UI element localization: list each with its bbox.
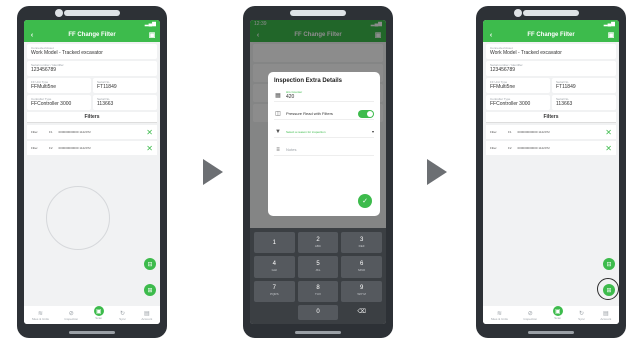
nav-scan[interactable]: ▣ Scan bbox=[552, 306, 563, 320]
inspection-dialog: Inspection Extra Details ▦ Hrs Counter 4… bbox=[268, 72, 380, 216]
tap-indicator bbox=[46, 186, 110, 250]
dialog-title: Inspection Extra Details bbox=[274, 78, 343, 84]
filter-row[interactable]: Filter F2 000000000000 1122072 ✕ bbox=[27, 141, 157, 155]
remove-filter-icon[interactable]: ✕ bbox=[146, 144, 153, 153]
home-indicator bbox=[528, 331, 574, 334]
camera-dot bbox=[55, 9, 63, 17]
filters-heading: Filters bbox=[486, 112, 616, 123]
app-bar: ‹ FF Change Filter ▣ bbox=[483, 28, 619, 42]
flow-arrow bbox=[427, 159, 447, 185]
remove-filter-icon[interactable]: ✕ bbox=[605, 128, 612, 137]
status-bar: ▂▄▆ bbox=[483, 20, 619, 28]
backspace-key[interactable]: ⌫ bbox=[341, 305, 382, 320]
key-2[interactable]: 2 ABC bbox=[297, 232, 339, 254]
notes-icon: ≡ bbox=[276, 146, 280, 153]
work-model-field[interactable]: Connected Asset Work Model - Tracked exc… bbox=[486, 44, 616, 59]
phone-frame-2: 12:39 ▂▄▆ ‹ FF Change Filter ▣ Inspection… bbox=[243, 6, 393, 338]
add-filter-button[interactable]: ⊟ bbox=[603, 258, 615, 270]
work-model-field[interactable]: Connected Asset Work Model - Tracked exc… bbox=[27, 44, 157, 59]
nav-sites[interactable]: ≋ Sites & Units bbox=[491, 310, 508, 321]
app-bar: ‹ FF Change Filter ▣ bbox=[24, 28, 160, 42]
nav-scan[interactable]: ▣ Scan bbox=[93, 306, 104, 320]
remove-filter-icon[interactable]: ✕ bbox=[605, 144, 612, 153]
key-3[interactable]: 3 DEF bbox=[341, 232, 382, 254]
filters-heading: Filters bbox=[27, 112, 157, 123]
screen-1: ▂▄▆ ‹ FF Change Filter ▣ Connected Asset… bbox=[24, 20, 160, 324]
notes-field[interactable]: ≡ Notes bbox=[274, 144, 374, 156]
nav-sync[interactable]: ↻ Sync bbox=[578, 310, 585, 321]
controller-serial-field[interactable]: Serial No. 113663 bbox=[93, 95, 157, 110]
confirm-check-button[interactable]: ✓ bbox=[358, 194, 372, 208]
back-arrow-icon[interactable]: ‹ bbox=[28, 32, 36, 39]
key-8[interactable]: 8 TUV bbox=[297, 280, 339, 302]
key-5[interactable]: 5 JKL bbox=[297, 256, 339, 278]
ff-unit-field[interactable]: FF Unit Type FFMulti5ne bbox=[486, 78, 550, 93]
serial-field[interactable]: Serial number / Identifier 123456789 bbox=[486, 61, 616, 76]
speaker-notch bbox=[523, 10, 579, 16]
pressure-toggle-row[interactable]: ◫ Pressure Read with Filters bbox=[274, 108, 374, 120]
key-blank bbox=[254, 305, 295, 320]
serial-field[interactable]: Serial number / Identifier 123456789 bbox=[27, 61, 157, 76]
key-4[interactable]: 4 GHI bbox=[254, 256, 295, 278]
controller-serial-field[interactable]: Serial No. 113663 bbox=[552, 95, 616, 110]
pressure-toggle[interactable] bbox=[358, 109, 374, 118]
screen-3: ▂▄▆ ‹ FF Change Filter ▣ Connected Asset… bbox=[483, 20, 619, 324]
home-indicator bbox=[295, 331, 341, 334]
add-filter-button[interactable]: ⊟ bbox=[144, 258, 156, 270]
phone-frame-1: ▂▄▆ ‹ FF Change Filter ▣ Connected Asset… bbox=[17, 6, 167, 338]
filter-row[interactable]: Filter F2 000000000000 1122072 ✕ bbox=[486, 141, 616, 155]
ff-serial-field[interactable]: Serial No. FT11849 bbox=[552, 78, 616, 93]
ff-unit-field[interactable]: FF Unit Type FFMulti5ne bbox=[27, 78, 91, 93]
backspace-icon: ⌫ bbox=[357, 309, 366, 316]
bottom-nav: ≋ Sites & Units ⊘ Inspection ▣ Scan ↻ Sync ▤… bbox=[483, 306, 619, 324]
page-title: FF Change Filter bbox=[527, 32, 575, 38]
screen-2: 12:39 ▂▄▆ ‹ FF Change Filter ▣ Inspection… bbox=[250, 20, 386, 324]
key-0[interactable]: 0 bbox=[297, 304, 339, 320]
home-indicator bbox=[69, 331, 115, 334]
phone-frame-3: ▂▄▆ ‹ FF Change Filter ▣ Connected Asset… bbox=[476, 6, 626, 338]
flow-arrow bbox=[203, 159, 223, 185]
key-1[interactable]: 1 bbox=[254, 232, 295, 254]
filter-row[interactable]: Filter F1 000000000000 1122072 ✕ bbox=[27, 125, 157, 139]
hours-field[interactable]: ▦ Hrs Counter 420 bbox=[274, 90, 374, 102]
filter-row[interactable]: Filter F1 000000000000 1122072 ✕ bbox=[486, 125, 616, 139]
remove-filter-icon[interactable]: ✕ bbox=[146, 128, 153, 137]
back-arrow-icon[interactable]: ‹ bbox=[487, 32, 495, 39]
nav-inspection[interactable]: ⊘ Inspection bbox=[64, 310, 78, 321]
counter-icon: ▦ bbox=[275, 93, 281, 99]
filter-icon: ▼ bbox=[275, 128, 281, 135]
controller-field[interactable]: Controller Type FFController 3000 bbox=[27, 95, 91, 110]
speaker-notch bbox=[64, 10, 120, 16]
bottom-nav: ≋ Sites & Units ⊘ Inspection ▣ Scan ↻ Sync ▤… bbox=[24, 306, 160, 324]
nav-account[interactable]: ▤ Account bbox=[600, 310, 611, 321]
chevron-down-icon: ▾ bbox=[371, 129, 374, 134]
key-7[interactable]: 7 PQRS bbox=[254, 280, 295, 302]
save-icon[interactable]: ▣ bbox=[607, 31, 615, 39]
save-icon[interactable]: ▣ bbox=[148, 31, 156, 39]
nav-sites[interactable]: ≋ Sites & Units bbox=[32, 310, 49, 321]
key-9[interactable]: 9 WXYZ bbox=[341, 280, 382, 302]
highlight-ring bbox=[597, 278, 619, 300]
gauge-icon: ◫ bbox=[275, 111, 281, 117]
speaker-notch bbox=[290, 10, 346, 16]
page-title: FF Change Filter bbox=[68, 32, 116, 38]
controller-field[interactable]: Controller Type FFController 3000 bbox=[486, 95, 550, 110]
reason-select[interactable]: ▼ Select a reason for inspection ▾ bbox=[274, 126, 374, 138]
numeric-keypad: 1 2 ABC 3 DEF 4 GHI 5 JKL 6 MNO 7 PQRS 8 TUV 9W… bbox=[250, 228, 386, 324]
inspection-details-button[interactable]: ⊞ bbox=[144, 284, 156, 296]
nav-inspection[interactable]: ⊘ Inspection bbox=[523, 310, 537, 321]
nav-account[interactable]: ▤ Account bbox=[141, 310, 152, 321]
key-6[interactable]: 6 MNO bbox=[341, 256, 382, 278]
status-bar: ▂▄▆ bbox=[24, 20, 160, 28]
camera-dot bbox=[514, 9, 522, 17]
nav-sync[interactable]: ↻ Sync bbox=[119, 310, 126, 321]
ff-serial-field[interactable]: Serial No. FT11849 bbox=[93, 78, 157, 93]
